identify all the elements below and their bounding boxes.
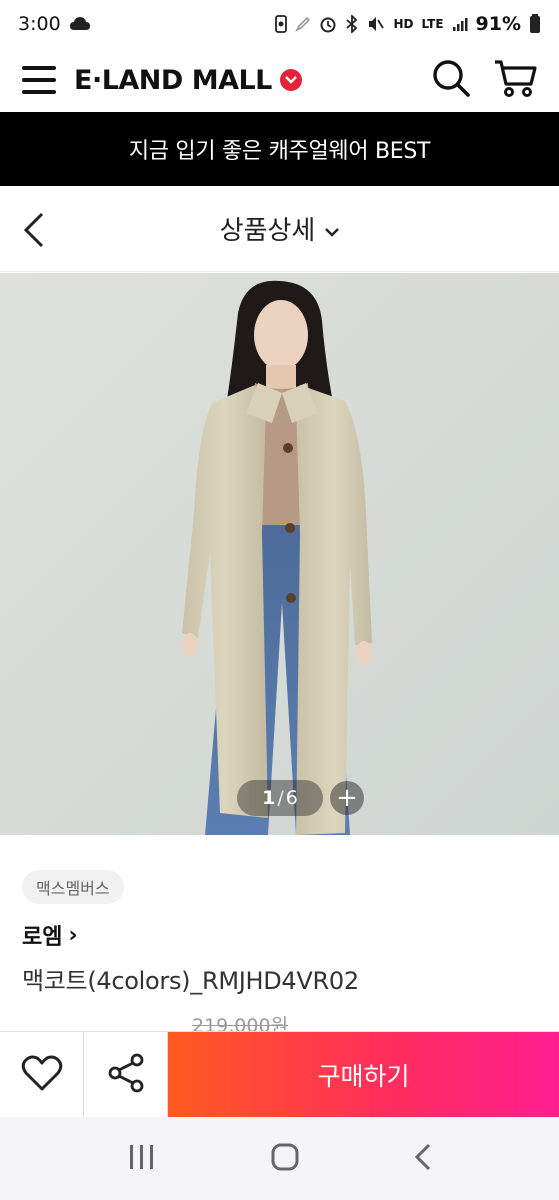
alarm-icon bbox=[319, 15, 337, 33]
detail-title-dropdown[interactable]: 상품상세 bbox=[220, 210, 340, 247]
product-image[interactable]: 1 / 6 + bbox=[0, 273, 559, 835]
wishlist-button[interactable] bbox=[0, 1032, 84, 1117]
image-counter: 1 / 6 bbox=[237, 780, 323, 816]
product-name: 맥코트(4colors)_RMJHD4VR02 bbox=[22, 967, 359, 995]
model-photo bbox=[0, 273, 559, 835]
image-counter-current: 1 bbox=[262, 787, 276, 809]
buy-button-label: 구매하기 bbox=[317, 1061, 410, 1091]
product-info: 맥스멤버스 로엠 › 맥코트(4colors)_RMJHD4VR02 219,0… bbox=[0, 835, 559, 1037]
eland-mall-logo[interactable]: E·LAND MALL bbox=[74, 65, 302, 96]
system-nav-bar bbox=[0, 1117, 559, 1200]
plus-icon: + bbox=[336, 783, 358, 813]
search-icon[interactable] bbox=[431, 58, 471, 102]
back-arrow-icon[interactable] bbox=[20, 210, 50, 250]
pencil-icon bbox=[295, 16, 311, 32]
heart-icon bbox=[21, 1054, 63, 1096]
image-counter-total: 6 bbox=[285, 787, 298, 809]
image-zoom-plus-button[interactable]: + bbox=[330, 781, 364, 815]
battery-icon bbox=[529, 14, 541, 34]
home-icon[interactable] bbox=[270, 1142, 300, 1176]
chevron-right-icon: › bbox=[68, 922, 78, 948]
back-nav-icon[interactable] bbox=[413, 1142, 433, 1176]
hd-label: HD bbox=[393, 17, 414, 31]
cloud-icon bbox=[69, 15, 91, 33]
logo-text: E·LAND MALL bbox=[74, 64, 272, 96]
promo-banner-text: 지금 입기 좋은 캐주얼웨어 BEST bbox=[128, 139, 431, 164]
screen-record-icon bbox=[275, 15, 288, 33]
mute-icon bbox=[367, 15, 385, 33]
cart-icon[interactable] bbox=[493, 58, 537, 102]
chevron-down-badge-icon bbox=[279, 69, 302, 91]
member-tag: 맥스멤버스 bbox=[22, 870, 124, 904]
image-counter-separator: / bbox=[277, 787, 284, 809]
bluetooth-icon bbox=[345, 15, 359, 33]
brand-link[interactable]: 로엠 › bbox=[22, 919, 78, 951]
signal-icon bbox=[452, 16, 468, 32]
recent-apps-icon[interactable] bbox=[127, 1143, 157, 1175]
bottom-action-bar: 구매하기 bbox=[0, 1031, 559, 1117]
share-button[interactable] bbox=[84, 1032, 168, 1117]
battery-level: 91% bbox=[475, 13, 521, 35]
share-icon bbox=[107, 1053, 145, 1097]
brand-name: 로엠 bbox=[22, 925, 63, 950]
page-title: 상품상세 bbox=[219, 216, 316, 246]
app-header: E·LAND MALL bbox=[0, 48, 559, 112]
detail-subheader: 상품상세 bbox=[0, 186, 559, 272]
promo-banner[interactable]: 지금 입기 좋은 캐주얼웨어 BEST bbox=[0, 112, 559, 186]
status-bar: 3:00 HD LTE 91% bbox=[0, 0, 559, 48]
chevron-down-icon bbox=[325, 214, 340, 244]
status-time: 3:00 bbox=[18, 13, 61, 35]
menu-icon[interactable] bbox=[22, 66, 56, 94]
buy-button[interactable]: 구매하기 bbox=[168, 1032, 559, 1117]
lte-label: LTE bbox=[421, 17, 444, 31]
